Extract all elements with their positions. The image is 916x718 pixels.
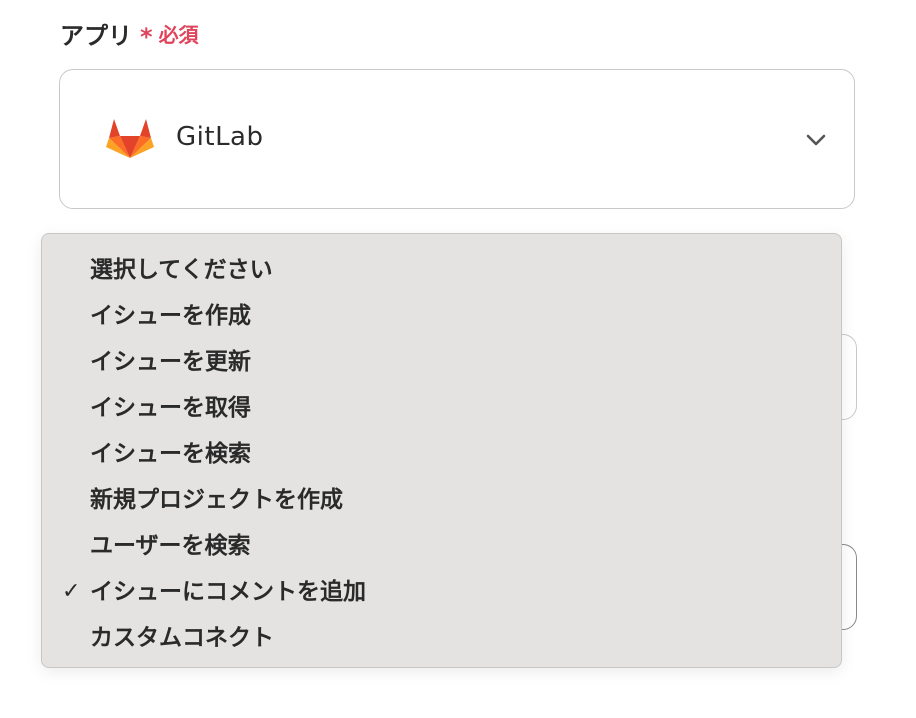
option-label: カスタムコネクト — [90, 625, 274, 651]
dropdown-option[interactable]: ユーザーを検索 — [42, 523, 841, 569]
app-field-label-row: アプリ * 必須 — [60, 16, 199, 51]
app-settings-panel: アプリ * 必須 GitLab 選択してください イシューを作成 イシューを更新… — [0, 0, 916, 718]
dropdown-option[interactable]: 選択してください — [42, 247, 841, 293]
selected-app-name: GitLab — [176, 122, 264, 152]
action-dropdown-menu: 選択してください イシューを作成 イシューを更新 イシューを取得 イシューを検索… — [41, 233, 842, 668]
dropdown-option[interactable]: イシューを検索 — [42, 431, 841, 477]
chevron-down-icon[interactable] — [804, 128, 828, 152]
app-field-label: アプリ — [60, 22, 132, 50]
dropdown-option[interactable]: イシューを更新 — [42, 339, 841, 385]
option-label: ユーザーを検索 — [90, 533, 251, 559]
required-label: 必須 — [158, 23, 199, 47]
option-label: イシューを作成 — [90, 303, 251, 329]
option-label: イシューを更新 — [90, 349, 251, 375]
gitlab-logo — [106, 119, 154, 158]
option-label: イシューを取得 — [90, 395, 251, 421]
option-label: 選択してください — [90, 257, 273, 283]
dropdown-option[interactable]: 新規プロジェクトを作成 — [42, 477, 841, 523]
dropdown-option[interactable]: イシューを作成 — [42, 293, 841, 339]
dropdown-option[interactable]: カスタムコネクト — [42, 615, 841, 661]
option-label: イシューにコメントを追加 — [90, 579, 366, 605]
dropdown-option[interactable]: イシューを取得 — [42, 385, 841, 431]
app-select[interactable]: GitLab — [59, 69, 855, 209]
checkmark-icon: ✓ — [62, 579, 81, 604]
option-label: 新規プロジェクトを作成 — [90, 487, 343, 513]
dropdown-option-selected[interactable]: ✓ イシューにコメントを追加 — [42, 569, 841, 615]
required-asterisk: * — [140, 22, 153, 51]
option-label: イシューを検索 — [90, 441, 251, 467]
